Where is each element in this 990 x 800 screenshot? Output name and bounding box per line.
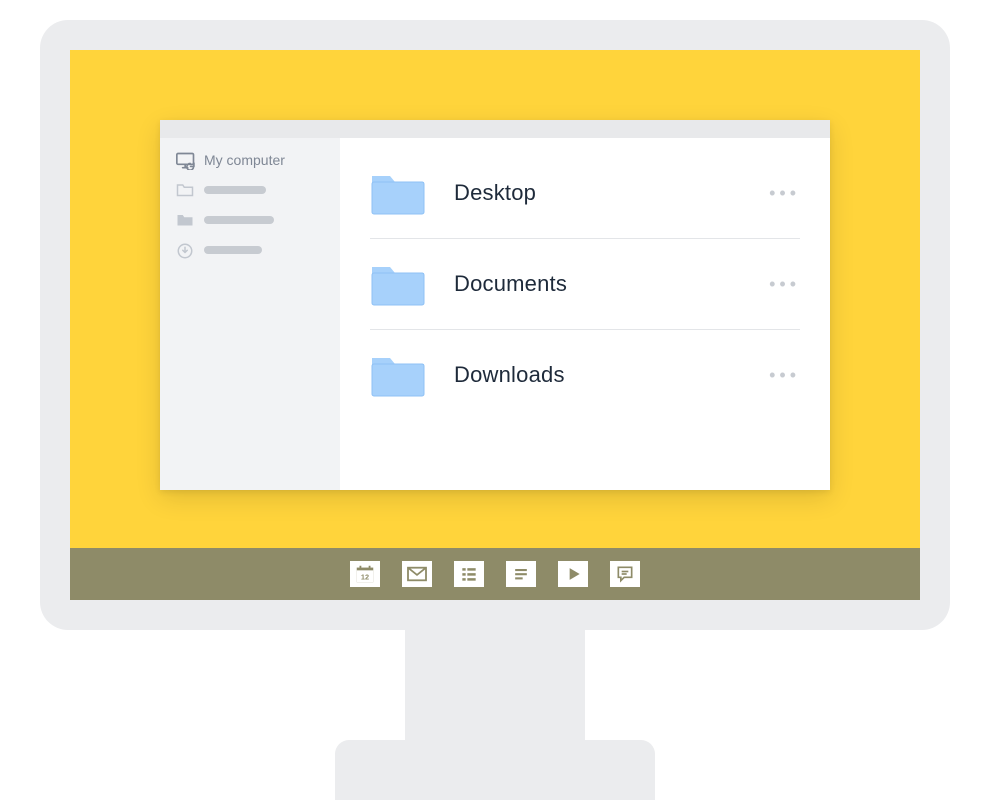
desktop-screen: My computer — [70, 50, 920, 600]
folder-icon — [370, 170, 426, 216]
folder-outline-icon — [176, 182, 194, 198]
sidebar-item-placeholder-3[interactable] — [176, 242, 324, 258]
sidebar-item-label — [204, 246, 262, 254]
monitor-stand-neck — [405, 628, 585, 748]
file-explorer-window: My computer — [160, 120, 830, 490]
more-options-icon[interactable]: ••• — [769, 183, 800, 204]
taskbar: 12 — [70, 548, 920, 600]
sidebar-item-placeholder-2[interactable] — [176, 212, 324, 228]
chat-icon[interactable] — [610, 561, 640, 587]
mail-icon[interactable] — [402, 561, 432, 587]
computer-sync-icon — [176, 152, 194, 168]
more-options-icon[interactable]: ••• — [769, 274, 800, 295]
window-titlebar[interactable] — [160, 120, 830, 138]
sidebar-item-label: My computer — [204, 152, 285, 168]
folder-row[interactable]: Documents ••• — [370, 238, 800, 329]
monitor-bezel: My computer — [40, 20, 950, 630]
sidebar-item-label — [204, 186, 266, 194]
play-icon[interactable] — [558, 561, 588, 587]
document-icon[interactable] — [506, 561, 536, 587]
sidebar-item-placeholder-1[interactable] — [176, 182, 324, 198]
file-list: Desktop ••• Documents ••• — [340, 138, 830, 490]
folder-name: Documents — [454, 271, 741, 297]
folder-solid-icon — [176, 212, 194, 228]
folder-row[interactable]: Downloads ••• — [370, 329, 800, 420]
sidebar-item-my-computer[interactable]: My computer — [176, 152, 324, 168]
folder-name: Downloads — [454, 362, 741, 388]
monitor-stand-base — [335, 740, 655, 800]
sidebar: My computer — [160, 138, 340, 490]
download-circle-icon — [176, 242, 194, 258]
list-icon[interactable] — [454, 561, 484, 587]
folder-name: Desktop — [454, 180, 741, 206]
svg-text:12: 12 — [361, 573, 369, 582]
folder-icon — [370, 352, 426, 398]
sidebar-item-label — [204, 216, 274, 224]
folder-icon — [370, 261, 426, 307]
folder-row[interactable]: Desktop ••• — [370, 148, 800, 238]
more-options-icon[interactable]: ••• — [769, 365, 800, 386]
calendar-icon[interactable]: 12 — [350, 561, 380, 587]
